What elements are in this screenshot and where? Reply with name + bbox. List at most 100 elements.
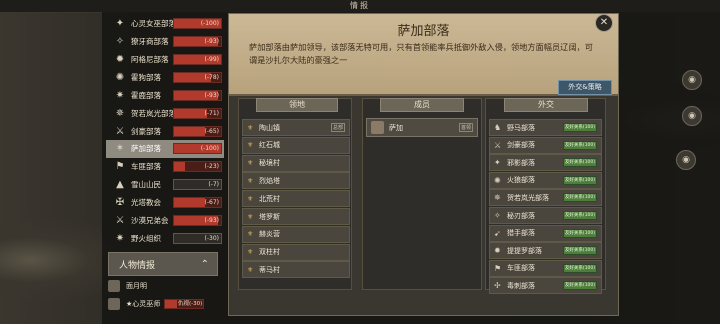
relation-status-badge: 友好关系(100) (563, 140, 597, 150)
map-button-icon[interactable]: ◉ (682, 70, 702, 90)
territory-row[interactable]: ⚜ 秘境村 (242, 154, 350, 172)
faction-row[interactable]: ✵ 贺若岚光部落 (-71) (106, 104, 224, 122)
fire-icon: ✷ (115, 232, 125, 244)
territory-row[interactable]: ⚜ 双柱村 (242, 243, 350, 261)
territory-name: 烈焰塔 (259, 176, 280, 185)
chevron-up-icon[interactable]: ⌃ (201, 259, 209, 270)
relation-faction-name: 邪影部落 (507, 158, 535, 167)
fang-icon: ✧ (115, 36, 125, 48)
relation-bar: (-93) (173, 215, 222, 227)
faction-row[interactable]: ✷ 野火组织 (-30) (106, 230, 224, 248)
hunter-icon: ➹ (494, 228, 501, 238)
relation-faction-name: 毒刺部落 (507, 281, 535, 290)
territory-name: 蒂马村 (259, 265, 280, 274)
sting-icon: ✢ (494, 281, 501, 291)
relation-row[interactable]: ♞ 野马部落 友好关系(100) (489, 119, 602, 136)
church-icon: ✠ (115, 197, 125, 209)
relation-row[interactable]: ✹ 提提罗部落 友好关系(100) (489, 242, 602, 260)
member-name: 萨加 (389, 123, 403, 132)
territory-row[interactable]: ⚜ 塔罗斯 (242, 208, 350, 225)
relation-row[interactable]: ✺ 火狼部落 友好关系(100) (489, 171, 602, 189)
territory-row[interactable]: ⚜ 赫炎营 (242, 225, 350, 243)
relation-status-badge: 友好关系(100) (563, 263, 597, 273)
relation-row[interactable]: ➹ 猎手部落 友好关系(100) (489, 224, 602, 242)
territory-row[interactable]: ⚜ 蒂马村 (242, 261, 350, 279)
relation-status-badge: 友好关系(100) (563, 123, 597, 132)
faction-row[interactable]: ✦ 心灵女巫部落 (-100) (106, 15, 224, 33)
tribe-icon: ✹ (115, 54, 125, 66)
faction-row[interactable]: ⚔ 剑豪部落 (-65) (106, 122, 224, 140)
relation-status-label: 友好关系(100) (564, 265, 596, 271)
relation-bar: (-100) (173, 18, 222, 30)
territory-row[interactable]: ⚜ 红石城 (242, 136, 350, 154)
relation-bar: (-23) (173, 161, 222, 173)
territory-row[interactable]: ⚜ 烈焰塔 (242, 172, 350, 190)
diplomacy-header: 外交 (504, 98, 588, 112)
relation-faction-name: 剑豪部落 (507, 141, 535, 150)
person-relation-bar: 仇视(-30) (164, 299, 205, 309)
relation-row[interactable]: ⚔ 剑豪部落 友好关系(100) (489, 136, 602, 154)
relation-bar: (-71) (173, 107, 222, 119)
relation-status-badge: 友好关系(100) (563, 158, 597, 168)
saga-icon: ✶ (115, 143, 125, 155)
person-row[interactable]: ★心灵巫师 仇视(-30) (108, 297, 220, 311)
relation-status-badge: 友好关系(100) (563, 228, 597, 238)
faction-row[interactable]: ⚔ 沙漠兄弟会 (-93) (106, 212, 224, 230)
territory-row[interactable]: ⚜ 陶山镇 总部 (242, 119, 350, 136)
wolf-icon: ✺ (494, 175, 501, 185)
territory-name: 陶山镇 (259, 123, 280, 132)
light-icon: ✵ (115, 107, 125, 119)
bandit-icon: ⚑ (115, 161, 125, 173)
territory-name: 北荒村 (259, 194, 280, 203)
deer-icon: ✷ (115, 89, 125, 101)
faction-row[interactable]: ✷ 霍鹿部落 (-93) (106, 87, 224, 105)
person-section-header[interactable]: 人物情报 ⌃ (108, 252, 218, 276)
relation-status-label: 友好关系(100) (564, 142, 596, 148)
relation-faction-name: 提提罗部落 (507, 246, 542, 255)
member-row[interactable]: 萨加 首领 (366, 118, 478, 137)
faction-name: 贺若岚光部落 (131, 108, 176, 118)
faction-row[interactable]: ✠ 光塔教会 (-67) (106, 194, 224, 212)
faction-row[interactable]: ✺ 霍狗部落 (-78) (106, 69, 224, 87)
faction-row[interactable]: ⚑ 车匪部落 (-23) (106, 158, 224, 176)
relation-value: (-100) (200, 20, 219, 28)
member-tag: 首领 (458, 123, 473, 132)
desert-icon: ⚔ (115, 215, 125, 227)
faction-row[interactable]: ✧ 獠牙商部落 (-93) (106, 33, 224, 51)
territory-name: 赫炎营 (259, 230, 280, 239)
relation-row[interactable]: ✵ 贺若岚光部落 友好关系(100) (489, 189, 602, 207)
person-relation-label: 仇视(-30) (177, 301, 203, 307)
relation-status-label: 友好关系(100) (564, 248, 596, 254)
mountain-icon: ▲ (116, 179, 124, 191)
faction-name: 车匪部落 (131, 162, 161, 172)
person-row[interactable]: 面月明 (108, 279, 220, 293)
faction-row[interactable]: ▲ 雪山山民 (-7) (106, 176, 224, 194)
witch-icon: ✦ (115, 18, 125, 30)
relation-faction-name: 野马部落 (507, 123, 535, 132)
map-button-icon[interactable]: ◉ (682, 106, 702, 126)
relation-row[interactable]: ✧ 秘刃部落 友好关系(100) (489, 207, 602, 224)
diplomacy-strategy-button[interactable]: 外交&策略 (558, 80, 612, 95)
relation-status-label: 友好关系(100) (564, 125, 596, 130)
relation-row[interactable]: ✢ 毒刺部落 友好关系(100) (489, 277, 602, 295)
relation-faction-name: 车匪部落 (507, 264, 535, 273)
faction-name: 獠牙商部落 (131, 37, 169, 47)
relation-value: (-7) (208, 181, 219, 189)
territory-icon: ⚜ (247, 194, 254, 203)
relation-status-badge: 友好关系(100) (563, 281, 597, 291)
sword-icon: ⚔ (494, 140, 502, 150)
tribe-icon: ✹ (494, 246, 501, 256)
relation-row[interactable]: ⚑ 车匪部落 友好关系(100) (489, 259, 602, 277)
close-icon[interactable]: ✕ (595, 14, 613, 32)
territory-icon: ⚜ (247, 265, 254, 274)
relation-value: (-99) (204, 56, 219, 64)
territory-row[interactable]: ⚜ 北荒村 (242, 190, 350, 208)
map-button-icon[interactable]: ◉ (676, 150, 696, 170)
faction-name: 野火组织 (131, 233, 161, 243)
territory-icon: ⚜ (247, 141, 254, 150)
relation-bar: (-93) (173, 36, 222, 48)
faction-row[interactable]: ✶ 萨加部落 (-100) (106, 140, 224, 158)
faction-row[interactable]: ✹ 阿格尼部落 (-99) (106, 51, 224, 69)
relation-row[interactable]: ✦ 邪影部落 友好关系(100) (489, 154, 602, 172)
window-title: 情报 (350, 1, 370, 10)
